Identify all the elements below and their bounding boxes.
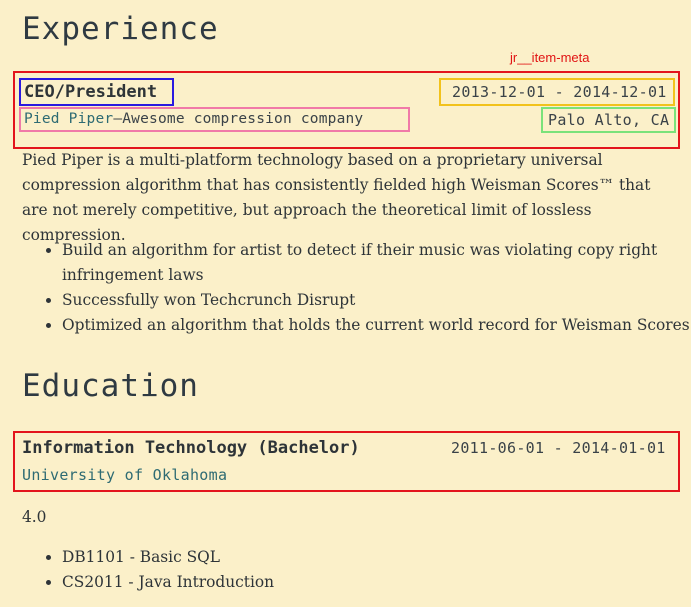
job-company: Pied Piper — Awesome compression company <box>19 107 410 132</box>
job-date-range-text: 2013-12-01 - 2014-12-01 <box>452 82 667 101</box>
resume-page: Experience jr__item-meta CEO/President 2… <box>0 0 691 607</box>
job-highlights-list: Build an algorithm for artist to detect … <box>22 238 691 338</box>
education-gpa: 4.0 <box>22 508 47 526</box>
job-location-text: Palo Alto, CA <box>548 110 670 129</box>
list-item: Build an algorithm for artist to detect … <box>62 238 691 288</box>
job-summary: Pied Piper is a multi-platform technolog… <box>22 151 651 244</box>
job-date-range: 2013-12-01 - 2014-12-01 <box>439 78 675 106</box>
company-name-link[interactable]: Pied Piper <box>24 112 113 127</box>
education-institution-link[interactable]: University of Oklahoma <box>22 468 227 483</box>
education-courses-list: DB1101 - Basic SQL CS2011 - Java Introdu… <box>22 545 691 595</box>
education-date-range: 2011-06-01 - 2014-01-01 <box>451 439 666 457</box>
job-position: CEO/President <box>19 78 174 106</box>
list-item: Successfully won Techcrunch Disrupt <box>62 288 691 313</box>
list-item: DB1101 - Basic SQL <box>62 545 691 570</box>
list-item: CS2011 - Java Introduction <box>62 570 691 595</box>
education-heading: Education <box>22 368 199 404</box>
education-degree: Information Technology (Bachelor) <box>22 438 360 458</box>
job-position-text: CEO/President <box>24 81 158 102</box>
item-meta-annotation-label: jr__item-meta <box>510 50 590 65</box>
company-separator: — <box>113 111 123 128</box>
list-item: Optimized an algorithm that holds the cu… <box>62 313 691 338</box>
job-location: Palo Alto, CA <box>541 107 676 133</box>
company-tagline: Awesome compression company <box>122 111 364 128</box>
experience-heading: Experience <box>22 11 219 47</box>
